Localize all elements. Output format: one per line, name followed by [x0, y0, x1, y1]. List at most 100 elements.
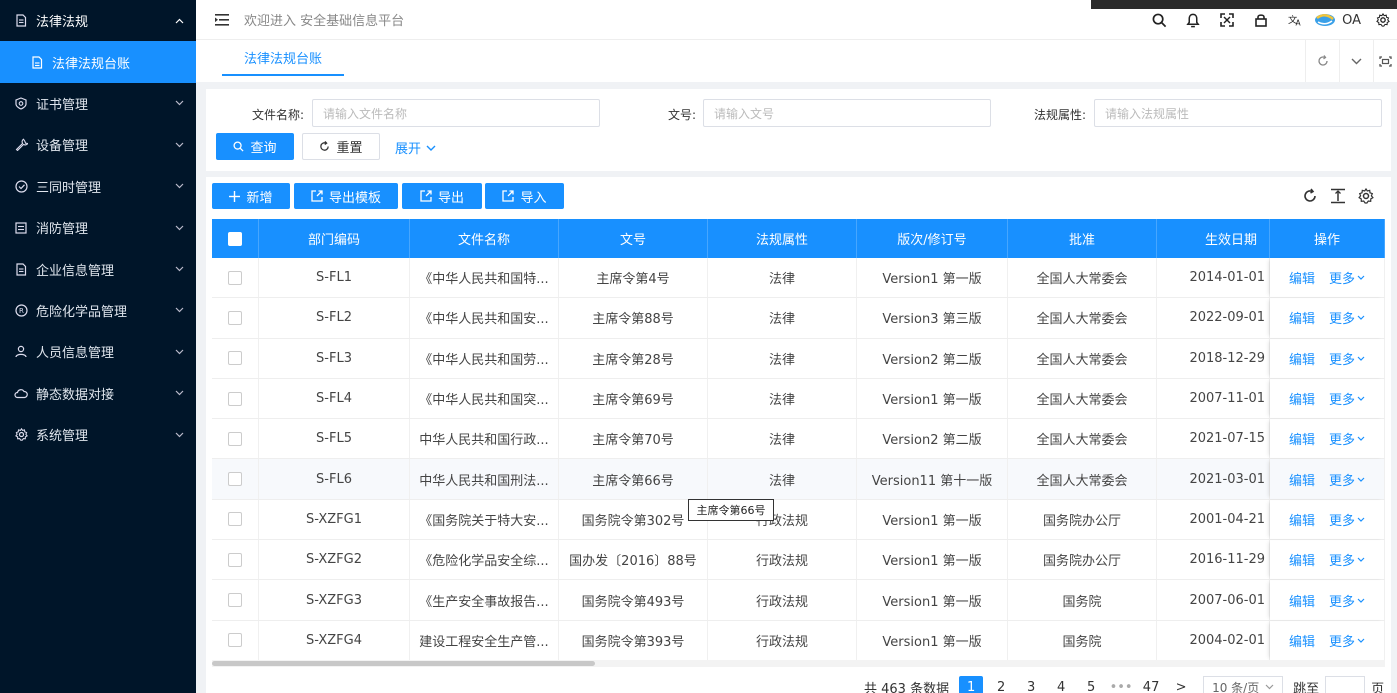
more-dropdown[interactable]: 更多: [1329, 470, 1365, 489]
table-row[interactable]: S-FL1 《中华人民共和国特... 主席令第4号 法律 Version1 第一版 全国人…: [212, 258, 1385, 299]
query-button[interactable]: 查询: [216, 133, 294, 160]
row-checkbox[interactable]: [228, 310, 242, 325]
table-row[interactable]: S-XZFG4 建设工程安全生产管... 国务院令第393号 行政法规 Version1…: [212, 620, 1385, 661]
sidebar-item-7[interactable]: R 危险化学品管理: [0, 290, 196, 331]
page-button[interactable]: 3: [1019, 676, 1043, 693]
sidebar-item-5[interactable]: 消防管理: [0, 207, 196, 248]
page-button[interactable]: 2: [989, 676, 1013, 693]
row-checkbox[interactable]: [228, 351, 242, 366]
export-button[interactable]: 导出: [402, 183, 482, 209]
column-header[interactable]: 法规属性: [708, 219, 857, 258]
edit-link[interactable]: 编辑: [1289, 308, 1315, 327]
sidebar-item-9[interactable]: 静态数据对接: [0, 373, 196, 414]
edit-link[interactable]: 编辑: [1289, 429, 1315, 448]
fullscreen-icon[interactable]: [1210, 0, 1244, 40]
row-checkbox[interactable]: [228, 512, 242, 527]
column-header[interactable]: 批准: [1008, 219, 1157, 258]
table-row[interactable]: S-FL3 《中华人民共和国劳... 主席令第28号 法律 Version2 第二版 全国…: [212, 338, 1385, 379]
doc-number-input[interactable]: 请输入文号: [703, 99, 991, 127]
row-select-cell: [212, 419, 259, 459]
expand-link[interactable]: 展开: [395, 138, 436, 157]
refresh-tab-icon[interactable]: [1305, 40, 1339, 82]
edit-link[interactable]: 编辑: [1289, 389, 1315, 408]
gear-icon[interactable]: [1357, 187, 1375, 205]
next-page-button[interactable]: >: [1169, 676, 1193, 693]
column-height-icon[interactable]: [1329, 187, 1347, 205]
table-row[interactable]: S-FL4 《中华人民共和国突... 主席令第69号 法律 Version1 第一版 全国…: [212, 378, 1385, 420]
select-all-checkbox[interactable]: [228, 231, 242, 246]
column-header[interactable]: 部门编码: [259, 219, 410, 258]
sidebar-item-1[interactable]: 法律法规台账: [0, 41, 196, 83]
refresh-icon[interactable]: [1301, 187, 1319, 205]
more-dropdown[interactable]: 更多: [1329, 389, 1365, 408]
more-dropdown[interactable]: 更多: [1329, 591, 1365, 610]
sidebar-item-2[interactable]: 证书管理: [0, 83, 196, 124]
reset-button[interactable]: 重置: [302, 133, 380, 160]
more-dropdown[interactable]: 更多: [1329, 510, 1365, 529]
row-checkbox[interactable]: [228, 472, 242, 487]
row-checkbox[interactable]: [228, 270, 242, 285]
more-dropdown[interactable]: 更多: [1329, 550, 1365, 569]
tab-legal-ledger[interactable]: 法律法规台账: [222, 40, 344, 76]
sidebar-item-8[interactable]: 人员信息管理: [0, 331, 196, 372]
pagination-ellipsis[interactable]: •••: [1109, 676, 1133, 693]
edit-link[interactable]: 编辑: [1289, 470, 1315, 489]
sidebar-item-3[interactable]: 设备管理: [0, 124, 196, 165]
column-header[interactable]: 操作: [1270, 219, 1385, 258]
regulation-attr-input[interactable]: 请输入法规属性: [1094, 99, 1382, 127]
settings-icon[interactable]: [1369, 0, 1397, 40]
export-template-button[interactable]: 导出模板: [294, 183, 398, 209]
chevron-down-icon: [1357, 396, 1365, 401]
more-dropdown[interactable]: 更多: [1329, 631, 1365, 650]
row-checkbox[interactable]: [228, 431, 242, 446]
page-button[interactable]: 1: [959, 676, 984, 693]
column-header[interactable]: 版次/修订号: [857, 219, 1008, 258]
bell-icon[interactable]: [1176, 0, 1210, 40]
more-dropdown[interactable]: 更多: [1329, 349, 1365, 368]
table-cell: 国务院: [1008, 620, 1157, 660]
sidebar-item-6[interactable]: 企业信息管理: [0, 248, 196, 289]
more-dropdown[interactable]: 更多: [1329, 429, 1365, 448]
add-button[interactable]: 新增: [212, 183, 290, 209]
edit-link[interactable]: 编辑: [1289, 349, 1315, 368]
edit-link[interactable]: 编辑: [1289, 550, 1315, 569]
column-header[interactable]: 文件名称: [410, 219, 559, 258]
lock-icon[interactable]: [1244, 0, 1278, 40]
row-checkbox[interactable]: [228, 593, 242, 608]
maximize-icon[interactable]: [1373, 40, 1397, 82]
column-header[interactable]: 文号: [559, 219, 708, 258]
search-icon[interactable]: [1142, 0, 1176, 40]
scrollbar-thumb[interactable]: [212, 661, 595, 666]
chevron-down-icon[interactable]: [1339, 40, 1373, 82]
import-button[interactable]: 导入: [485, 183, 564, 209]
table-row[interactable]: S-FL2 《中华人民共和国安... 主席令第88号 法律 Version3 第三版 全国…: [212, 298, 1385, 339]
sidebar-item-4[interactable]: 三同时管理: [0, 166, 196, 207]
row-checkbox[interactable]: [228, 391, 242, 406]
table-row[interactable]: S-XZFG3 《生产安全事故报告... 国务院令第493号 行政法规 Version1…: [212, 580, 1385, 621]
sidebar-item-10[interactable]: 系统管理: [0, 414, 196, 455]
column-header[interactable]: 生效日期: [1157, 219, 1270, 258]
table-row[interactable]: S-FL6 中华人民共和国刑法... 主席令第66号 法律 Version11 第十一版…: [212, 459, 1385, 500]
translate-icon[interactable]: 文A: [1278, 0, 1312, 40]
table-row[interactable]: S-XZFG2 《危险化学品安全综... 国办发〔2016〕88号 行政法规 Versi…: [212, 540, 1385, 581]
more-dropdown[interactable]: 更多: [1329, 268, 1365, 287]
page-size-select[interactable]: 10 条/页: [1203, 676, 1284, 693]
row-checkbox[interactable]: [228, 633, 242, 648]
jump-page-input[interactable]: [1325, 676, 1366, 693]
table-row[interactable]: S-XZFG1 《国务院关于特大安... 国务院令第302号 行政法规 Version1…: [212, 499, 1385, 541]
oa-label[interactable]: OA: [1342, 13, 1361, 28]
table-row[interactable]: S-FL5 中华人民共和国行政... 主席令第70号 法律 Version2 第二版 全国…: [212, 419, 1385, 460]
horizontal-scrollbar[interactable]: [212, 660, 1385, 667]
edit-link[interactable]: 编辑: [1289, 591, 1315, 610]
file-name-input[interactable]: 请输入文件名称: [312, 99, 600, 127]
edit-link[interactable]: 编辑: [1289, 631, 1315, 650]
row-checkbox[interactable]: [228, 552, 242, 567]
sidebar-item-0[interactable]: 法律法规: [0, 0, 196, 41]
more-dropdown[interactable]: 更多: [1329, 308, 1365, 327]
page-button[interactable]: 4: [1049, 676, 1073, 693]
page-button[interactable]: 47: [1139, 676, 1163, 693]
edit-link[interactable]: 编辑: [1289, 268, 1315, 287]
page-button[interactable]: 5: [1079, 676, 1103, 693]
menu-toggle-icon[interactable]: [214, 13, 230, 27]
edit-link[interactable]: 编辑: [1289, 510, 1315, 529]
